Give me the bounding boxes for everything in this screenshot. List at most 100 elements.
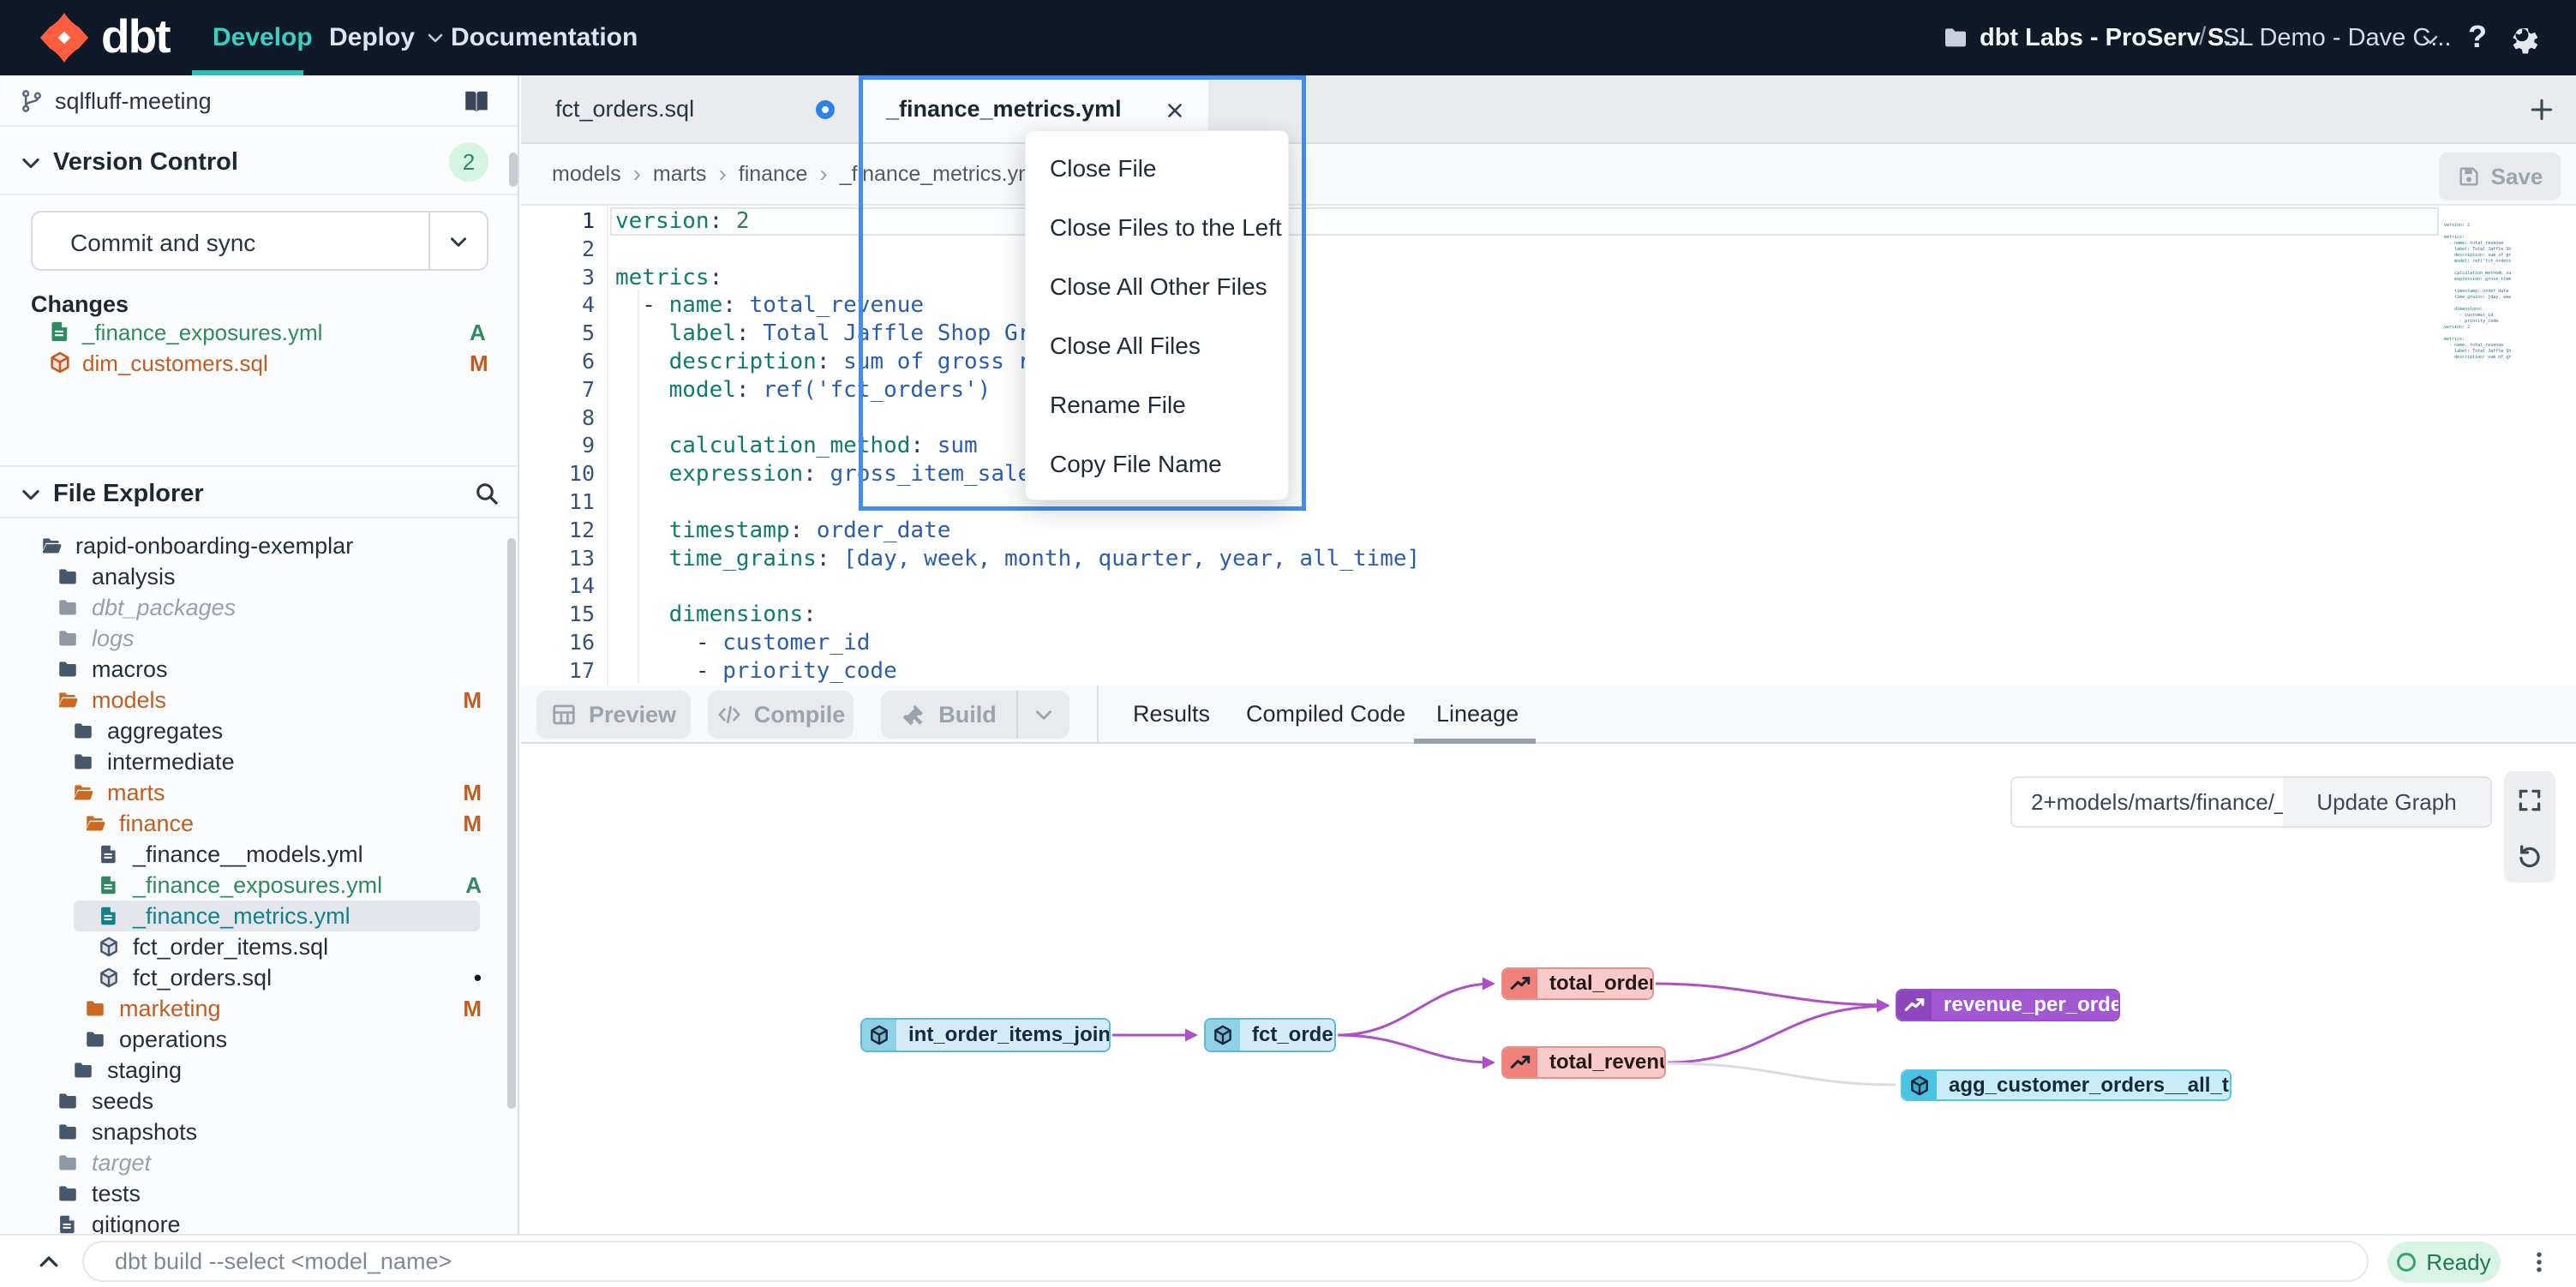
compile-button[interactable]: Compile — [708, 691, 854, 739]
tab-results[interactable]: Results — [1133, 685, 1210, 742]
command-input[interactable] — [82, 1241, 2369, 1282]
tree-item-intermediate[interactable]: intermediate — [0, 746, 519, 777]
file-explorer-title: File Explorer — [53, 480, 204, 508]
lineage-node-fct-orders[interactable]: fct_orders — [1204, 1018, 1336, 1052]
tree-item-finance-metrics-yml[interactable]: _finance_metrics.yml — [0, 901, 519, 931]
tree-item-target[interactable]: target — [0, 1147, 519, 1178]
tab-context-menu: Close File Close Files to the Left Close… — [1025, 130, 1289, 500]
folder-open-icon — [39, 535, 64, 557]
yaml-file-icon — [96, 843, 122, 865]
update-graph-button[interactable]: Update Graph — [2283, 776, 2492, 828]
status-badge: Ready — [2387, 1242, 2501, 1283]
tree-item-fct-order-items[interactable]: fct_order_items.sql — [0, 931, 519, 962]
nav-documentation[interactable]: Documentation — [451, 0, 638, 75]
docs-book-icon[interactable] — [461, 86, 492, 117]
project-name[interactable]: SL Demo - Dave C... — [2223, 24, 2451, 52]
help-icon[interactable]: ? — [2468, 19, 2487, 55]
commit-and-sync-button[interactable]: Commit and sync — [31, 211, 488, 271]
menu-item-copy-file-name[interactable]: Copy File Name — [1026, 434, 1288, 494]
model-cube-icon — [96, 967, 122, 989]
active-tab-underline — [1414, 739, 1536, 744]
chevron-up-icon[interactable] — [36, 1249, 62, 1275]
file-tree: rapid-onboarding-exemplar analysis dbt_p… — [0, 518, 519, 1234]
tree-item-analysis[interactable]: analysis — [0, 561, 519, 592]
command-bar: Ready — [0, 1234, 2576, 1287]
changes-count-badge: 2 — [449, 142, 488, 182]
menu-item-close-all[interactable]: Close All Files — [1026, 316, 1288, 375]
tree-item-root[interactable]: rapid-onboarding-exemplar — [0, 530, 519, 561]
metric-chart-icon — [1509, 1051, 1531, 1074]
menu-item-close-file[interactable]: Close File — [1026, 139, 1288, 198]
build-options-chevron[interactable] — [1016, 691, 1069, 739]
tree-item-seeds[interactable]: seeds — [0, 1086, 519, 1116]
brand-wordmark: dbt — [101, 9, 170, 63]
chevron-down-icon[interactable] — [2420, 29, 2441, 50]
lineage-filter-input[interactable]: 2+models/marts/finance/_fir — [2010, 776, 2285, 828]
tree-item-snapshots[interactable]: snapshots — [0, 1116, 519, 1147]
code-editor[interactable]: 1234567891011121314151617 version: 2 met… — [521, 206, 2576, 685]
metric-chart-icon — [1509, 973, 1531, 995]
file-tree-scrollbar-thumb[interactable] — [507, 538, 516, 1109]
preview-button[interactable]: Preview — [536, 691, 691, 739]
branch-name[interactable]: sqlfluff-meeting — [55, 88, 212, 115]
tab-lineage[interactable]: Lineage — [1436, 685, 1519, 742]
lineage-node-revenue-per-order[interactable]: revenue_per_order — [1896, 989, 2120, 1021]
build-hammer-icon — [901, 702, 926, 727]
lineage-node-total-orders[interactable]: total_orders — [1501, 967, 1654, 1000]
menu-item-close-all-other[interactable]: Close All Other Files — [1026, 257, 1288, 316]
tree-item-aggregates[interactable]: aggregates — [0, 715, 519, 746]
save-floppy-icon — [2457, 165, 2481, 189]
chevron-down-icon[interactable] — [447, 230, 470, 253]
new-tab-plus-icon[interactable] — [2528, 96, 2555, 123]
folder-icon — [70, 720, 96, 742]
close-icon[interactable] — [1164, 99, 1186, 122]
tree-item-operations[interactable]: operations — [0, 1024, 519, 1055]
sidebar-scrollbar-thumb[interactable] — [509, 153, 518, 187]
folder-icon — [55, 1090, 81, 1112]
menu-item-close-files-left[interactable]: Close Files to the Left — [1026, 198, 1288, 257]
lineage-node-agg-customer-orders-all-time[interactable]: agg_customer_orders__all_time — [1901, 1069, 2232, 1101]
changed-file-row[interactable]: _finance_exposures.yml A — [0, 317, 519, 348]
tree-item-models[interactable]: modelsM — [0, 685, 519, 715]
tree-item-finance-exposures-yml[interactable]: _finance_exposures.ymlA — [0, 870, 519, 901]
tree-item-staging[interactable]: staging — [0, 1055, 519, 1086]
kebab-menu-icon[interactable] — [2526, 1248, 2552, 1277]
tree-item-dbt-packages[interactable]: dbt_packages — [0, 592, 519, 623]
folder-icon — [82, 1028, 108, 1051]
tree-item-fct-orders[interactable]: fct_orders.sql• — [0, 962, 519, 993]
tree-item-marketing[interactable]: marketingM — [0, 993, 519, 1024]
tab-compiled-code[interactable]: Compiled Code — [1246, 685, 1405, 742]
git-branch-icon — [19, 88, 45, 114]
lineage-node-int-order-items-joined[interactable]: int_order_items_joined — [860, 1018, 1111, 1052]
tree-item-logs[interactable]: logs — [0, 623, 519, 654]
menu-item-rename-file[interactable]: Rename File — [1026, 375, 1288, 434]
chevron-right-icon: › — [819, 160, 827, 188]
file-explorer-header[interactable]: File Explorer — [0, 465, 519, 518]
nav-develop[interactable]: Develop — [213, 0, 313, 75]
fullscreen-icon[interactable] — [2516, 787, 2543, 814]
tree-item-tests[interactable]: tests — [0, 1178, 519, 1209]
version-control-header[interactable]: Version Control 2 — [0, 127, 519, 195]
reset-view-icon[interactable] — [2516, 841, 2543, 869]
model-cube-icon — [48, 350, 72, 374]
build-button[interactable]: Build — [881, 691, 1016, 739]
gear-icon[interactable] — [2506, 22, 2538, 55]
lineage-controls — [2504, 771, 2555, 883]
folder-icon — [70, 751, 96, 773]
changed-file-row[interactable]: dim_customers.sql M — [0, 348, 519, 379]
editor-minimap[interactable]: version: 2 metrics: - name: total_revenu… — [2444, 223, 2511, 360]
save-button[interactable]: Save — [2439, 153, 2561, 201]
nav-deploy[interactable]: Deploy — [329, 0, 446, 75]
tab-fct-orders-sql[interactable]: fct_orders.sql — [521, 75, 861, 142]
tree-item-gitignore[interactable]: gitignore — [0, 1209, 519, 1234]
tree-item-finance[interactable]: financeM — [0, 808, 519, 839]
sidebar: sqlfluff-meeting Version Control 2 Commi… — [0, 75, 519, 1234]
dbt-logo-icon[interactable] — [38, 11, 91, 64]
tree-item-macros[interactable]: macros — [0, 654, 519, 685]
search-icon[interactable] — [473, 480, 500, 507]
button-divider — [428, 213, 430, 269]
lineage-node-total-revenue[interactable]: total_revenue — [1501, 1046, 1666, 1079]
code-brackets-icon — [716, 702, 742, 727]
tree-item-marts[interactable]: martsM — [0, 777, 519, 808]
tree-item-finance-models-yml[interactable]: _finance__models.yml — [0, 839, 519, 870]
